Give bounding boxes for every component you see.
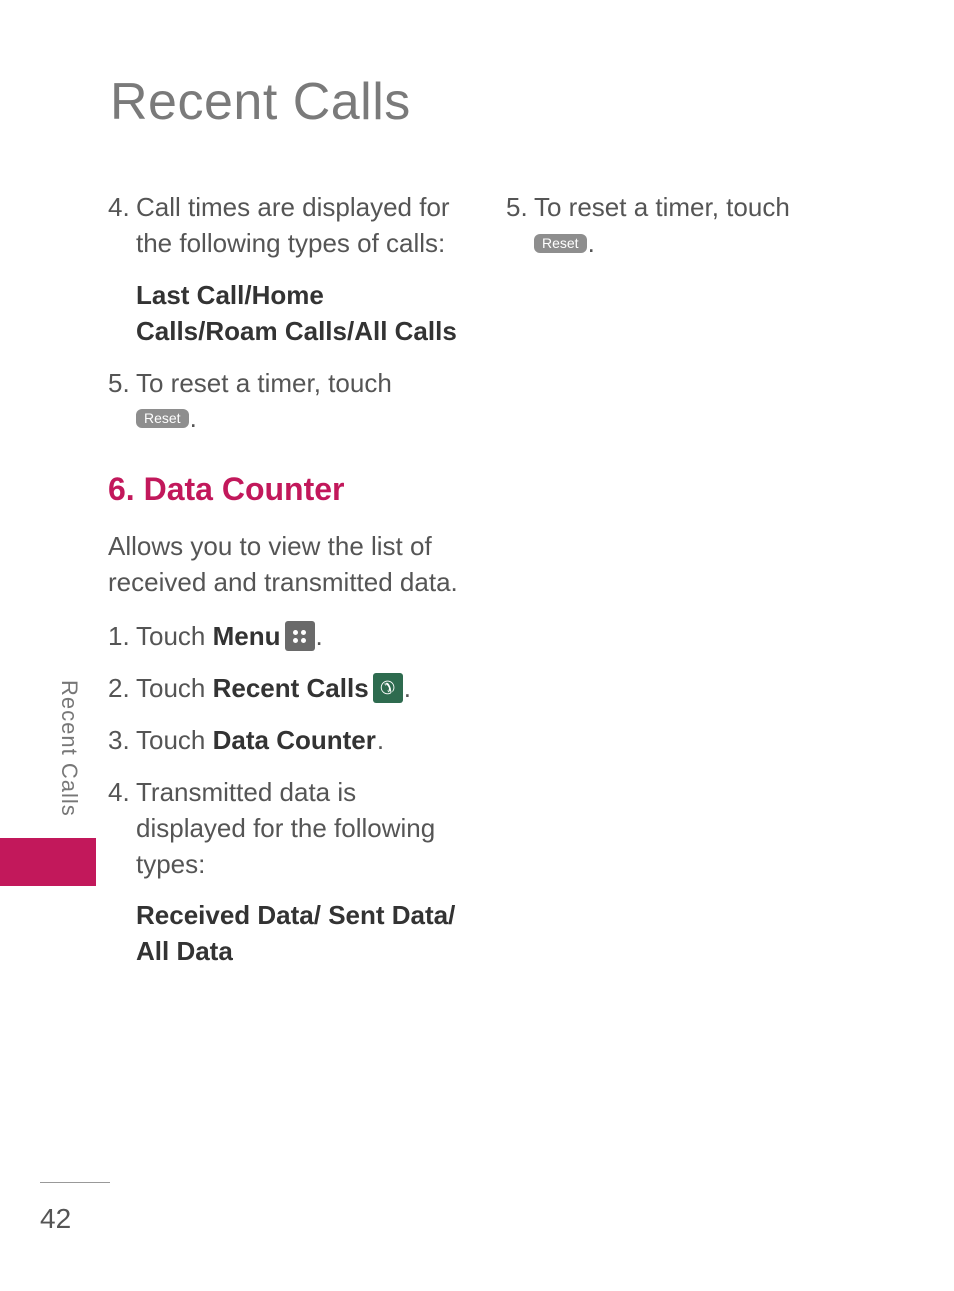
section-6-heading: 6. Data Counter [108,467,466,511]
step-text: Touch Data Counter. [136,723,466,759]
content-columns: 4. Call times are displayed for the foll… [108,190,864,986]
page-number: 42 [40,1203,71,1235]
dc2-recent-calls-label: Recent Calls [213,673,369,703]
step-number: 5. [108,366,136,438]
dc3-data-counter-label: Data Counter [213,725,376,755]
manual-page: Recent Calls Recent Calls 4. Call times … [0,0,954,1291]
side-tab-label: Recent Calls [56,668,82,828]
menu-icon [285,621,315,651]
step-text: Touch Menu. [136,619,466,655]
step-number: 3. [108,723,136,759]
step-text: Call times are displayed for the followi… [136,190,466,262]
menu-dots-icon [293,630,306,643]
step-number: 1. [108,619,136,655]
step-5-text: To reset a timer, touch [136,368,392,398]
side-tab-accent [0,838,96,886]
footer-rule [40,1182,110,1183]
period: . [316,621,323,651]
step-number: 5. [506,190,534,262]
step-5-right: 5. To reset a timer, touch Reset. [506,190,864,262]
step-text: To reset a timer, touch Reset. [136,366,466,438]
dc-step-3: 3. Touch Data Counter. [108,723,466,759]
dc-step-2: 2. Touch Recent Calls ✆. [108,671,466,707]
dc3-prefix: Touch [136,725,213,755]
step-text: Transmitted data is displayed for the fo… [136,775,466,883]
left-column: 4. Call times are displayed for the foll… [108,190,466,986]
dc2-prefix: Touch [136,673,213,703]
period: . [190,403,197,433]
recent-calls-icon: ✆ [373,673,403,703]
dc1-prefix: Touch [136,621,213,651]
page-title: Recent Calls [110,72,411,132]
period: . [404,673,411,703]
reset-button-icon: Reset [136,409,189,428]
step-4-call-types: Last Call/Home Calls/Roam Calls/All Call… [136,278,466,350]
step-number: 4. [108,190,136,262]
dc-step-4: 4. Transmitted data is displayed for the… [108,775,466,883]
period: . [377,725,384,755]
right-column: 5. To reset a timer, touch Reset. [506,190,864,986]
dc-step-1: 1. Touch Menu. [108,619,466,655]
step-number: 2. [108,671,136,707]
side-tab: Recent Calls [56,668,86,898]
phone-icon: ✆ [380,676,395,701]
step-text: To reset a timer, touch Reset. [534,190,864,262]
step-number: 4. [108,775,136,883]
step-4: 4. Call times are displayed for the foll… [108,190,466,262]
step-5r-text: To reset a timer, touch [534,192,790,222]
reset-button-icon: Reset [534,234,587,253]
dc1-menu-label: Menu [213,621,281,651]
dc-step-4-data-types: Received Data/ Sent Data/ All Data [136,898,466,970]
section-6-intro: Allows you to view the list of received … [108,529,466,601]
step-text: Touch Recent Calls ✆. [136,671,466,707]
period: . [588,228,595,258]
step-5-left: 5. To reset a timer, touch Reset. [108,366,466,438]
